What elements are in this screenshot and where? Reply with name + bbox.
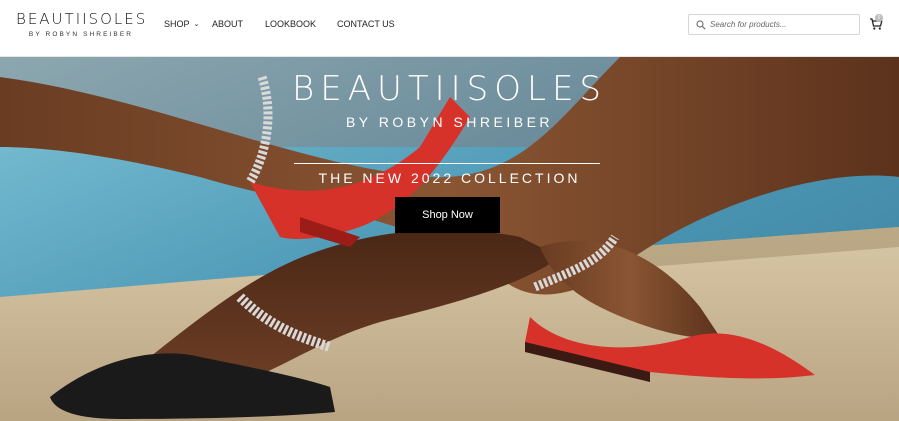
nav-lookbook[interactable]: LOOKBOOK (265, 19, 316, 29)
hero-divider (294, 163, 600, 164)
nav-shop[interactable]: SHOP ⌄ (164, 19, 199, 29)
cart-count-badge: 0 (875, 14, 883, 22)
hero-title: BEAUTIISOLES (291, 69, 608, 109)
search-box (688, 14, 860, 35)
hero-collection-text: THE NEW 2022 COLLECTION (318, 170, 581, 186)
hero-banner: BEAUTIISOLES BY ROBYN SHREIBER THE NEW 2… (0, 57, 899, 421)
shop-now-button[interactable]: Shop Now (395, 197, 500, 233)
nav-about[interactable]: ABOUT (212, 19, 243, 29)
nav-shop-label: SHOP (164, 19, 190, 29)
nav-contact-us[interactable]: CONTACT US (337, 19, 395, 29)
hero-subtitle: BY ROBYN SHREIBER (345, 114, 554, 130)
logo-tagline: BY ROBYN SHREIBER (28, 31, 134, 38)
hero-image (0, 57, 899, 421)
site-header: BEAUTIISOLES BY ROBYN SHREIBER SHOP ⌄ ABO… (0, 0, 899, 57)
logo-wordmark: BEAUTIISOLES (16, 10, 148, 28)
search-icon (696, 20, 706, 30)
chevron-down-icon: ⌄ (193, 21, 200, 28)
logo[interactable]: BEAUTIISOLES BY ROBYN SHREIBER (16, 10, 148, 39)
search-input[interactable] (710, 15, 855, 34)
